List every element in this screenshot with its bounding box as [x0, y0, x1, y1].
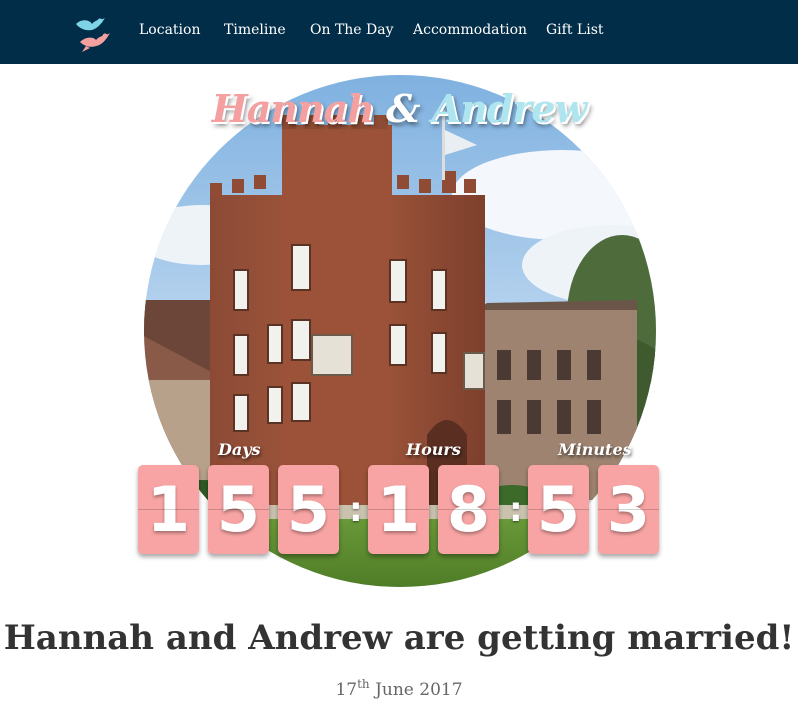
days-digit-3: 5	[278, 465, 339, 554]
top-nav: Location Timeline On The Day Accommodati…	[0, 0, 798, 64]
nav-link-on-the-day[interactable]: On The Day	[310, 20, 394, 40]
wedding-date: 17th June 2017	[0, 670, 798, 704]
hours-digit-2: 8	[438, 465, 499, 554]
days-label: Days	[218, 440, 261, 459]
nav-link-accommodation[interactable]: Accommodation	[413, 20, 527, 40]
nav-link-timeline[interactable]: Timeline	[224, 20, 286, 40]
nav-link-gift-list[interactable]: Gift List	[546, 20, 604, 40]
date-suffix: th	[357, 677, 370, 691]
minutes-digit-2: 3	[598, 465, 659, 554]
groom-name: Andrew	[431, 86, 588, 131]
hours-digit-1: 1	[368, 465, 429, 554]
bride-name: Hannah	[211, 86, 375, 131]
days-digit-1: 1	[138, 465, 199, 554]
date-month-year: June 2017	[369, 680, 463, 700]
page-headline: Hannah and Andrew are getting married!	[3, 618, 795, 658]
separator-colon: :	[349, 490, 363, 530]
date-day: 17	[335, 680, 358, 700]
ampersand: &	[386, 86, 420, 131]
days-digit-2: 5	[208, 465, 269, 554]
separator-colon: :	[509, 490, 523, 530]
nav-link-location[interactable]: Location	[139, 20, 200, 40]
hours-label: Hours	[406, 440, 461, 459]
minutes-digit-1: 5	[528, 465, 589, 554]
minutes-label: Minutes	[558, 440, 632, 459]
couple-names: Hannah & Andrew	[0, 86, 798, 132]
lovebirds-logo-icon[interactable]	[72, 10, 116, 54]
